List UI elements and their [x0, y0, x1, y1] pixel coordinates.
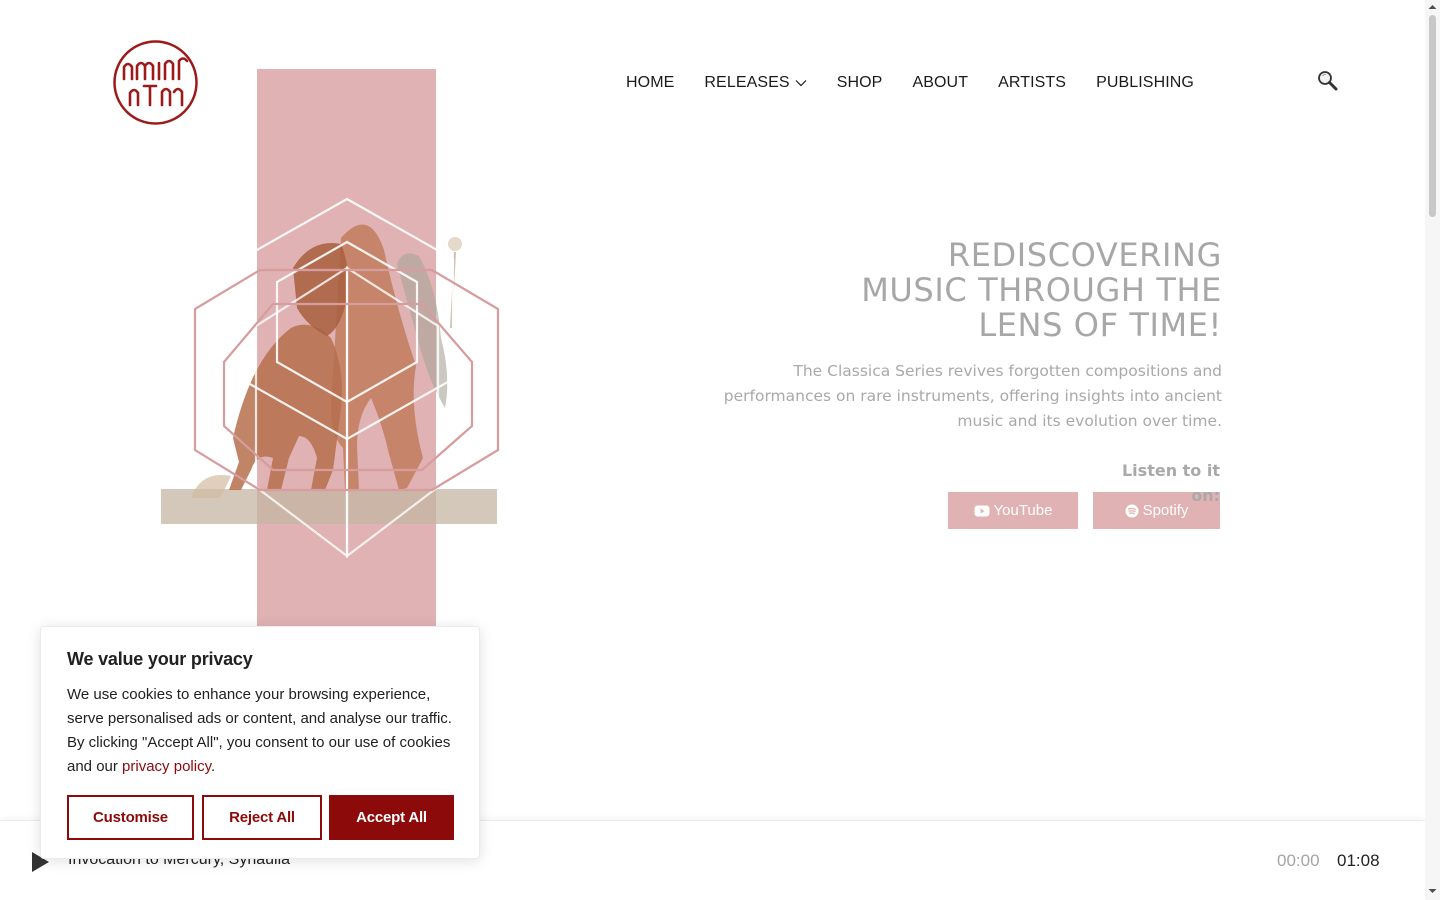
nav-publishing[interactable]: PUBLISHING [1081, 74, 1209, 92]
cookie-consent-dialog: We value your privacy We use cookies to … [40, 626, 480, 859]
nav-releases[interactable]: RELEASES [689, 74, 821, 92]
customise-button[interactable]: Customise [67, 795, 194, 840]
nav-artists[interactable]: ARTISTS [983, 74, 1081, 92]
search-button[interactable] [1316, 69, 1340, 93]
privacy-policy-link[interactable]: privacy policy [122, 758, 211, 775]
search-icon [1318, 71, 1338, 91]
youtube-button-label: YouTube [993, 502, 1053, 519]
nav-home-label: HOME [626, 74, 675, 91]
chevron-down-icon [795, 80, 807, 87]
scroll-up-arrow-icon[interactable] [1427, 2, 1438, 12]
nav-home[interactable]: HOME [611, 74, 689, 92]
cookie-text-end: . [210, 758, 216, 775]
page-scrollbar[interactable] [1425, 0, 1440, 900]
geometric-hexagons [193, 197, 500, 559]
nav-shop[interactable]: SHOP [822, 74, 898, 92]
accept-all-button[interactable]: Accept All [329, 795, 454, 840]
hero-description: The Classica Series revives forgotten co… [723, 362, 1222, 430]
nav-releases-label: RELEASES [704, 74, 790, 91]
cookie-text: We use cookies to enhance your browsing … [67, 683, 462, 779]
time-current: 00:00 [1277, 851, 1320, 870]
nav-about-label: ABOUT [912, 74, 969, 91]
main-nav: HOME RELEASES SHOP ABOUT ARTISTS PUBLISH… [611, 71, 1209, 95]
cookie-title: We value your privacy [67, 649, 253, 669]
nav-publishing-label: PUBLISHING [1096, 74, 1194, 91]
time-total: 01:08 [1337, 851, 1380, 870]
reject-all-button[interactable]: Reject All [202, 795, 322, 840]
listen-label: Listen to it on: [1121, 461, 1220, 505]
youtube-icon [974, 505, 990, 516]
scroll-down-arrow-icon[interactable] [1427, 886, 1438, 896]
youtube-button[interactable]: YouTube [948, 492, 1078, 529]
nav-artists-label: ARTISTS [998, 74, 1067, 91]
scrollbar-thumb[interactable] [1429, 15, 1436, 217]
hero-artwork [150, 60, 520, 640]
hero-title: REDISCOVERING MUSIC THROUGH THE LENS OF … [861, 236, 1222, 344]
nav-shop-label: SHOP [836, 74, 883, 91]
nav-about[interactable]: ABOUT [897, 74, 983, 92]
